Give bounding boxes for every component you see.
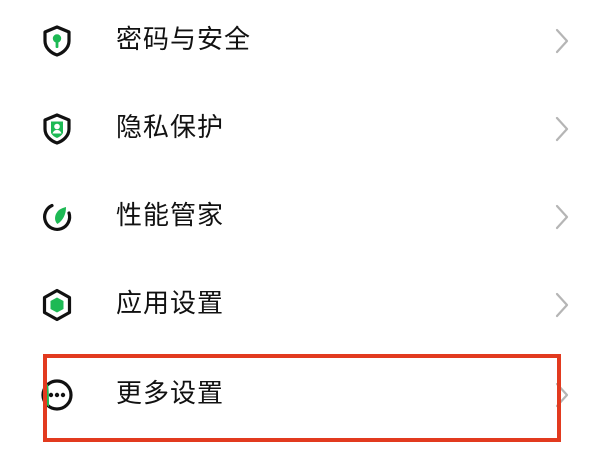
- settings-item-label: 性能管家: [116, 201, 225, 231]
- chevron-right-icon: [554, 292, 570, 318]
- shield-person-icon: [40, 112, 74, 146]
- settings-item-app-settings[interactable]: 应用设置: [0, 262, 600, 350]
- settings-item-label: 更多设置: [116, 379, 225, 409]
- settings-item-label: 应用设置: [116, 289, 225, 319]
- more-dots-icon: [40, 378, 74, 412]
- settings-item-performance[interactable]: 性能管家: [0, 173, 600, 261]
- settings-item-label: 密码与安全: [116, 25, 252, 55]
- performance-leaf-icon: [40, 200, 74, 234]
- chevron-right-icon: [554, 28, 570, 54]
- settings-item-privacy[interactable]: 隐私保护: [0, 86, 600, 174]
- settings-list: 密码与安全 隐私保护 性能管家 应用设置 更多设置: [0, 0, 600, 450]
- settings-item-password-security[interactable]: 密码与安全: [0, 0, 600, 88]
- settings-item-label: 隐私保护: [116, 113, 225, 143]
- chevron-right-icon: [554, 204, 570, 230]
- shield-key-icon: [40, 24, 74, 58]
- hexagon-app-icon: [40, 288, 74, 322]
- settings-item-more-settings[interactable]: 更多设置: [0, 350, 600, 438]
- chevron-right-icon: [554, 382, 570, 408]
- chevron-right-icon: [554, 116, 570, 142]
